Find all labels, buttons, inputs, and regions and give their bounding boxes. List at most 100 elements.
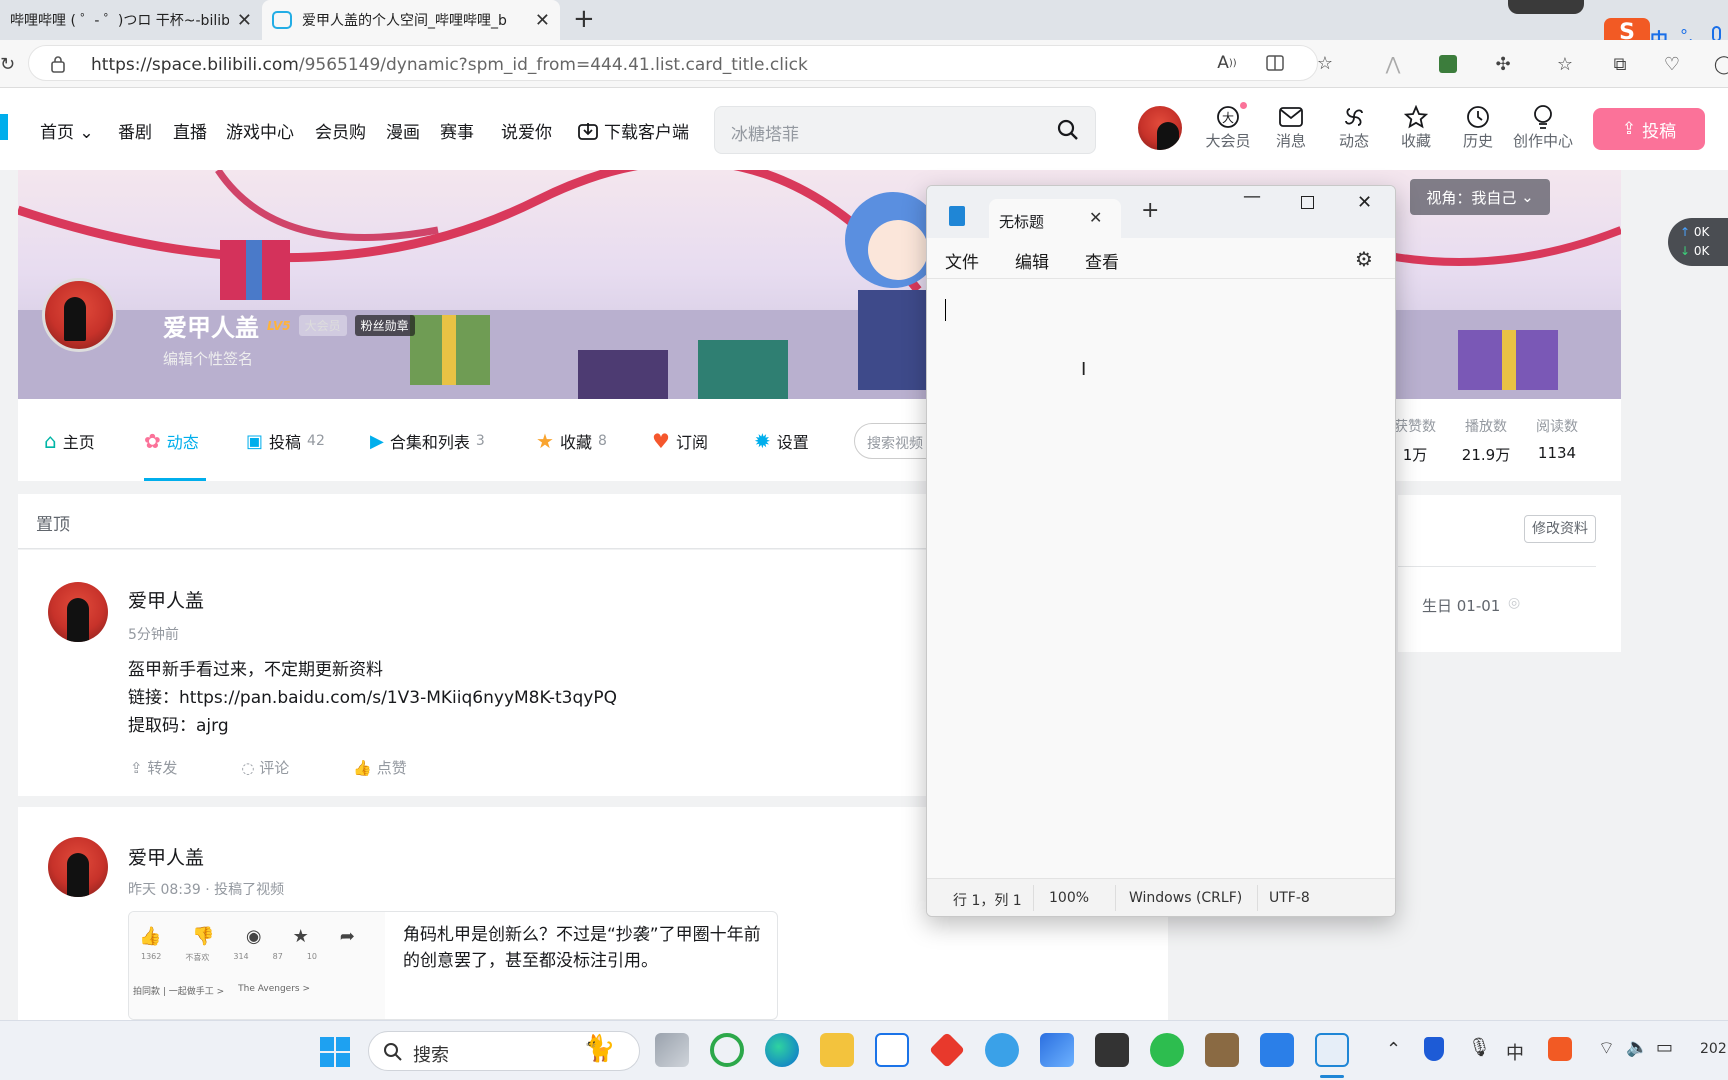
help-icon[interactable] <box>985 1033 1019 1067</box>
app-dark-icon[interactable] <box>1095 1033 1129 1067</box>
tab-dynamic[interactable]: ✿ 动态 <box>144 429 199 453</box>
close-tab-icon[interactable]: ✕ <box>1089 208 1102 227</box>
tab-settings[interactable]: ✹ 设置 <box>754 429 809 453</box>
video-card[interactable]: 👍 👎 ◉ ★ ➦ 1362 不喜欢 314 87 10 拍同款 | 一起做手工 > The Av… <box>128 911 778 1020</box>
header-vip[interactable]: 大大会员 <box>1198 102 1258 151</box>
menu-file[interactable]: 文件 <box>945 248 979 273</box>
header-creator-center[interactable]: 创作中心 <box>1512 104 1574 151</box>
status-zoom[interactable]: 100% <box>1049 890 1089 906</box>
close-icon[interactable]: ✕ <box>237 10 252 31</box>
collections-icon[interactable]: ⧉ <box>1608 52 1632 76</box>
store-icon[interactable] <box>875 1033 909 1067</box>
post-author[interactable]: 爱甲人盖 <box>128 843 204 870</box>
vip-icon: 大 <box>1198 102 1258 130</box>
edge-browser-icon[interactable] <box>765 1033 799 1067</box>
minecraft-icon[interactable] <box>1205 1033 1239 1067</box>
profile-icon[interactable]: ◯ <box>1712 52 1728 76</box>
search-icon[interactable] <box>1057 119 1079 141</box>
split-screen-icon[interactable] <box>1263 51 1287 75</box>
new-tab-button[interactable]: + <box>573 4 595 34</box>
minimize-icon[interactable]: — <box>1243 186 1261 207</box>
wifi-icon[interactable]: ⌔ <box>1598 1037 1615 1060</box>
notepad-text-area[interactable]: I <box>927 279 1395 878</box>
browser-tab-bilibili-home[interactable]: 哔哩哔哩 ( ゜- ゜)つロ 干杯~-bilib ✕ <box>0 0 262 40</box>
video-title[interactable]: 角码札甲是创新么？不过是“抄袭”了甲圈十年前的创意罢了，甚至都没标注引用。 <box>403 922 763 974</box>
volume-icon[interactable]: 🔈 <box>1626 1037 1648 1058</box>
battery-icon[interactable]: ▭ <box>1656 1037 1673 1058</box>
security-shield-icon[interactable] <box>1424 1037 1444 1061</box>
extension-a-icon[interactable]: ⋀ <box>1381 52 1405 76</box>
network-speed-widget[interactable]: ↑ 0K ↓ 0K <box>1668 218 1728 266</box>
file-explorer-icon[interactable] <box>820 1033 854 1067</box>
post-avatar[interactable] <box>48 837 108 897</box>
nav-manga[interactable]: 漫画 <box>386 118 420 143</box>
signature-field[interactable]: 编辑个性签名 <box>163 348 253 369</box>
app-bird-icon[interactable] <box>1260 1033 1294 1067</box>
view-as-select[interactable]: 视角：我自己 ⌄ <box>1410 179 1550 215</box>
header-favorites[interactable]: 收藏 <box>1386 104 1446 151</box>
windows-start-icon[interactable] <box>320 1037 350 1067</box>
comment-button[interactable]: ◌ 评论 <box>241 757 289 778</box>
clock-text[interactable]: 202 <box>1700 1041 1727 1057</box>
notepad-taskbar-icon[interactable] <box>1315 1033 1349 1067</box>
task-view-icon[interactable] <box>655 1033 689 1067</box>
menu-view[interactable]: 查看 <box>1085 248 1119 273</box>
close-window-icon[interactable]: ✕ <box>1357 192 1372 213</box>
hidden-eye-icon[interactable]: ◎ <box>1508 595 1520 611</box>
read-aloud-icon[interactable]: A)) <box>1215 51 1239 75</box>
nav-mall[interactable]: 会员购 <box>315 118 366 143</box>
maximize-icon[interactable] <box>1301 196 1314 209</box>
header-dynamics[interactable]: 动态 <box>1324 104 1384 151</box>
nav-special[interactable]: 说爱你 <box>501 118 552 143</box>
microphone-icon[interactable]: 🎙 <box>1468 1037 1491 1058</box>
favorites-icon[interactable]: ☆ <box>1553 52 1577 76</box>
post-author[interactable]: 爱甲人盖 <box>128 586 204 613</box>
repost-button[interactable]: ⇪ 转发 <box>130 757 177 778</box>
app-blue-icon[interactable] <box>1040 1033 1074 1067</box>
url-field[interactable]: https://space.bilibili.com/9565149/dynam… <box>28 45 1333 81</box>
taskbar-search[interactable]: 搜索 🐈 <box>368 1031 640 1071</box>
notepad-tab[interactable]: 无标题 ✕ <box>989 199 1121 239</box>
header-history[interactable]: 历史 <box>1448 104 1508 151</box>
app-green-ring-icon[interactable] <box>710 1033 744 1067</box>
download-extension-icon[interactable] <box>1436 52 1460 76</box>
new-tab-icon[interactable]: + <box>1141 198 1159 223</box>
upload-button[interactable]: ⇪ 投稿 <box>1593 108 1705 150</box>
refresh-icon[interactable]: ↻ <box>0 54 15 75</box>
menu-edit[interactable]: 编辑 <box>1015 248 1049 273</box>
edit-profile-button[interactable]: 修改资料 <box>1524 515 1596 543</box>
close-icon[interactable]: ✕ <box>535 10 550 31</box>
bilibili-logo[interactable] <box>0 114 8 140</box>
user-avatar[interactable] <box>1138 106 1182 150</box>
nav-live[interactable]: 直播 <box>173 118 207 143</box>
tray-chevron-icon[interactable]: ⌃ <box>1386 1039 1401 1060</box>
header-messages[interactable]: 消息 <box>1261 104 1321 151</box>
sogou-tray-icon[interactable] <box>1548 1037 1572 1061</box>
tab-uploads[interactable]: ▣ 投稿 42 <box>246 429 325 453</box>
search-input[interactable]: 冰糖塔菲 <box>731 120 799 145</box>
nav-home[interactable]: 首页 ⌄ <box>40 118 94 143</box>
like-button[interactable]: 👍 点赞 <box>353 757 406 778</box>
browser-tab-space[interactable]: 爱甲人盖的个人空间_哔哩哔哩_b ✕ <box>262 0 560 40</box>
fan-medal-badge[interactable]: 粉丝勋章 <box>354 315 415 336</box>
tab-home[interactable]: ⌂ 主页 <box>44 429 95 453</box>
nav-download-client[interactable]: 下载客户端 <box>578 118 689 143</box>
favorite-star-icon[interactable]: ☆ <box>1313 51 1337 75</box>
nav-game-center[interactable]: 游戏中心 <box>226 118 294 143</box>
extensions-puzzle-icon[interactable]: ✣ <box>1491 52 1515 76</box>
post-time[interactable]: 5分钟前 <box>128 624 179 644</box>
tab-favorites[interactable]: ★ 收藏 8 <box>536 429 607 453</box>
wechat-icon[interactable] <box>1150 1033 1184 1067</box>
search-box[interactable]: 冰糖塔菲 <box>714 106 1096 154</box>
app-red-diamond-icon[interactable] <box>928 1031 966 1069</box>
post-avatar[interactable] <box>48 582 108 642</box>
profile-avatar[interactable] <box>42 278 116 352</box>
tab-collections[interactable]: ▶ 合集和列表 3 <box>370 429 485 453</box>
nav-esports[interactable]: 赛事 <box>440 118 474 143</box>
browser-essentials-icon[interactable]: ♡ <box>1660 52 1684 76</box>
tray-ime-lang[interactable]: 中 <box>1506 1039 1524 1065</box>
settings-gear-icon[interactable]: ⚙ <box>1355 247 1373 271</box>
nav-bangumi[interactable]: 番剧 <box>118 118 152 143</box>
tab-subscriptions[interactable]: ♥ 订阅 <box>652 429 708 453</box>
post-time[interactable]: 昨天 08:39 · 投稿了视频 <box>128 879 284 899</box>
